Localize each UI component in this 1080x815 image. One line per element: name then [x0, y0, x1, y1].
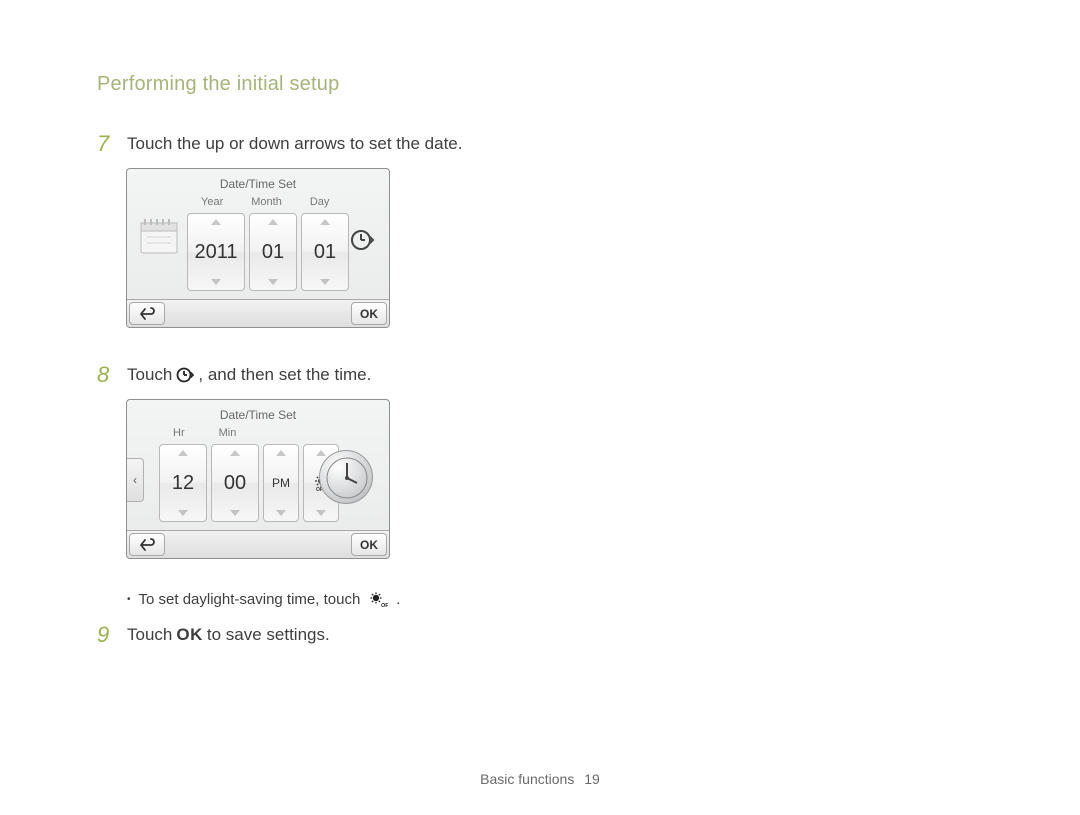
label-hr: Hr [173, 427, 185, 439]
day-value: 01 [314, 241, 336, 264]
ok-label: OK [360, 538, 378, 552]
minute-spinner[interactable]: 00 [211, 444, 259, 522]
back-button[interactable] [129, 302, 165, 325]
hour-spinner[interactable]: 12 [159, 444, 207, 522]
dst-note-post: . [396, 591, 400, 608]
calendar-icon [139, 213, 183, 261]
step-text-pre: Touch [127, 364, 172, 386]
switch-to-date-tab[interactable]: ‹ [126, 458, 144, 502]
step-text-post: to save settings. [207, 624, 330, 646]
device-buttonbar: OK [127, 299, 389, 327]
year-value: 2011 [194, 241, 237, 264]
back-icon [139, 307, 155, 321]
bullet-dot: • [127, 595, 131, 605]
ok-button[interactable]: OK [351, 533, 387, 556]
footer-section: Basic functions [480, 771, 574, 787]
date-column-labels: Year Month Day [201, 196, 329, 208]
label-month: Month [251, 196, 282, 208]
dst-note: • To set daylight-saving time, touch OFF… [127, 591, 400, 608]
label-min: Min [219, 427, 237, 439]
time-column-labels: Hr Min [173, 427, 236, 439]
time-spinners: 12 00 PM [159, 444, 339, 522]
year-spinner[interactable]: 2011 [187, 213, 245, 291]
date-spinners: 2011 01 01 [187, 213, 349, 291]
ok-label: OK [360, 307, 378, 321]
footer-page-number: 19 [584, 771, 600, 787]
analog-clock-icon [319, 450, 373, 504]
step-text: Touch , and then set the time. [127, 364, 371, 386]
page-footer: Basic functions 19 [0, 771, 1080, 787]
svg-text:OFF: OFF [381, 603, 388, 608]
switch-to-time-icon[interactable] [349, 227, 375, 253]
month-spinner[interactable]: 01 [249, 213, 297, 291]
ok-glyph: OK [176, 624, 203, 646]
device-header: Date/Time Set [127, 408, 389, 422]
step-7: 7 Touch the up or down arrows to set the… [97, 133, 462, 157]
back-icon [139, 538, 155, 552]
step-9: 9 Touch OK to save settings. [97, 624, 330, 648]
day-spinner[interactable]: 01 [301, 213, 349, 291]
step-8: 8 Touch , and then set the time. [97, 364, 371, 388]
month-value: 01 [262, 241, 284, 264]
device-screenshot-time: Date/Time Set Hr Min ‹ 12 00 PM [126, 399, 390, 559]
step-text: Touch OK to save settings. [127, 624, 330, 646]
dst-toggle-icon: OFF [368, 592, 388, 608]
device-header: Date/Time Set [127, 177, 389, 191]
device-buttonbar: OK [127, 530, 389, 558]
back-button[interactable] [129, 533, 165, 556]
dst-note-pre: To set daylight-saving time, touch [139, 591, 361, 608]
ok-button[interactable]: OK [351, 302, 387, 325]
step-text-pre: Touch [127, 624, 172, 646]
hour-value: 12 [172, 472, 194, 495]
step-number: 9 [97, 622, 127, 648]
step-text: Touch the up or down arrows to set the d… [127, 133, 462, 155]
label-year: Year [201, 196, 223, 208]
device-screenshot-date: Date/Time Set Year Month Day 2011 01 01 [126, 168, 390, 328]
minute-value: 00 [224, 472, 246, 495]
step-number: 8 [97, 362, 127, 388]
page-title: Performing the initial setup [97, 73, 339, 96]
ampm-value: PM [272, 476, 290, 490]
label-day: Day [310, 196, 330, 208]
ampm-spinner[interactable]: PM [263, 444, 299, 522]
step-number: 7 [97, 131, 127, 157]
step-text-post: , and then set the time. [198, 364, 371, 386]
clock-forward-icon [176, 366, 194, 384]
